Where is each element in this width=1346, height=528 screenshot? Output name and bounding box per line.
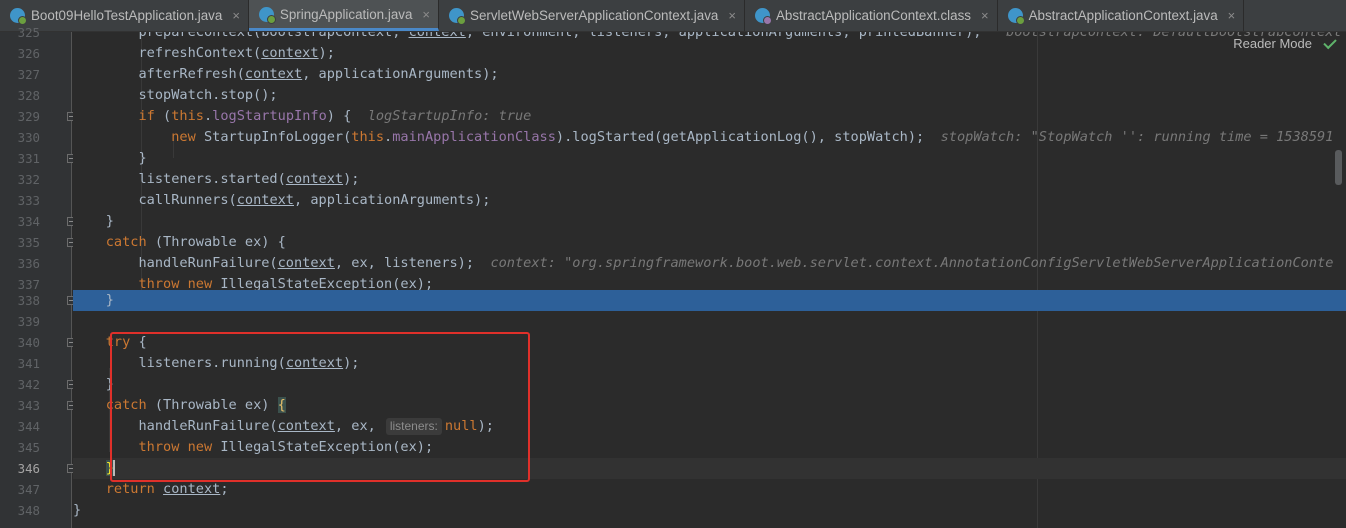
close-icon[interactable]: × [422, 7, 430, 22]
caret-line-346[interactable]: } [73, 458, 1346, 479]
line-number[interactable]: 326 [0, 43, 40, 64]
debug-value-hint: stopWatch: "StopWatch '': running time =… [940, 129, 1334, 145]
line-number[interactable]: 329 [0, 106, 40, 127]
debug-value-hint: context: "org.springframework.boot.web.s… [490, 255, 1334, 271]
line-number[interactable]: 339 [0, 311, 40, 332]
line-number[interactable]: 330 [0, 127, 40, 148]
code-line-347[interactable]: return context; [73, 479, 1346, 500]
line-number[interactable]: 333 [0, 190, 40, 211]
code-line-325[interactable]: prepareContext(bootstrapContext, context… [73, 32, 1346, 43]
code-line-335[interactable]: catch (Throwable ex) { [73, 232, 1346, 253]
java-class-icon [1007, 8, 1025, 25]
code-line-344[interactable]: handleRunFailure(context, ex, listeners: n… [73, 416, 1346, 437]
line-number[interactable]: 340 [0, 332, 40, 353]
java-class-icon [449, 8, 467, 25]
code-line-345[interactable]: throw new IllegalStateException(ex); [73, 437, 1346, 458]
code-line-342[interactable]: } [73, 374, 1346, 395]
line-number[interactable]: 348 [0, 500, 40, 521]
line-number[interactable]: 343 [0, 395, 40, 416]
debug-value-hint: logStartupInfo: true [367, 108, 532, 124]
line-number[interactable]: 336 [0, 253, 40, 274]
line-number[interactable]: 345 [0, 437, 40, 458]
line-number[interactable]: 342 [0, 374, 40, 395]
line-number[interactable]: 331 [0, 148, 40, 169]
line-number[interactable]: 332 [0, 169, 40, 190]
parameter-name-hint: listeners: [385, 418, 442, 435]
line-number[interactable]: 338 [0, 290, 40, 311]
java-class-icon [258, 6, 276, 24]
matched-brace: { [277, 397, 286, 413]
line-number[interactable]: 328 [0, 85, 40, 106]
editor-tab-bar: Boot09HelloTestApplication.java × SpringAp… [0, 0, 1346, 32]
reader-mode-toggle[interactable]: Reader Mode [1231, 35, 1337, 51]
code-editor[interactable]: prepareContext(bootstrapContext, context… [73, 32, 1346, 528]
code-line-340[interactable]: try { [73, 332, 1346, 353]
code-line-348[interactable]: } [73, 500, 1346, 521]
code-line-330[interactable]: new StartupInfoLogger(this.mainApplicati… [73, 127, 1346, 148]
tab-4[interactable]: AbstractApplicationContext.java × [998, 0, 1245, 31]
line-number[interactable]: 347 [0, 479, 40, 500]
tab-label: AbstractApplicationContext.java [1028, 8, 1218, 23]
java-class-icon [10, 8, 27, 25]
line-number-gutter[interactable]: 325 326 327 328 329 330 331 332 333 334 335 336 337 3… [0, 25, 76, 528]
code-line-333[interactable]: callRunners(context, applicationArgument… [73, 190, 1346, 211]
line-number[interactable]: 325 [0, 22, 40, 43]
code-line-328[interactable]: stopWatch.stop(); [73, 85, 1346, 106]
tab-label: Boot09HelloTestApplication.java [31, 8, 223, 23]
close-icon[interactable]: × [728, 8, 736, 23]
code-line-343[interactable]: catch (Throwable ex) { [73, 395, 1346, 416]
close-icon[interactable]: × [1228, 8, 1236, 23]
tab-2[interactable]: ServletWebServerApplicationContext.java × [439, 0, 745, 31]
text-caret [112, 460, 115, 476]
code-line-332[interactable]: listeners.started(context); [73, 169, 1346, 190]
code-line-329[interactable]: if (this.logStartupInfo) { logStartupInf… [73, 106, 1346, 127]
execution-point-line-338[interactable]: } [73, 290, 1346, 311]
tab-label: SpringApplication.java [279, 6, 413, 22]
code-line-327[interactable]: afterRefresh(context, applicationArgumen… [73, 64, 1346, 85]
close-icon[interactable]: × [232, 8, 240, 23]
line-number[interactable]: 346 [0, 458, 40, 479]
compiled-class-icon [754, 8, 772, 25]
reader-mode-label[interactable]: Reader Mode [1231, 36, 1314, 51]
line-number[interactable]: 344 [0, 416, 40, 437]
code-line-326[interactable]: refreshContext(context); [73, 43, 1346, 64]
code-line-339[interactable] [73, 311, 1346, 332]
line-number[interactable]: 341 [0, 353, 40, 374]
tab-3[interactable]: AbstractApplicationContext.class × [745, 0, 998, 31]
tab-1[interactable]: SpringApplication.java × [248, 0, 440, 31]
check-icon [1323, 35, 1337, 49]
code-line-341[interactable]: listeners.running(context); [73, 353, 1346, 374]
tab-label: AbstractApplicationContext.class [775, 8, 971, 23]
line-number[interactable]: 334 [0, 211, 40, 232]
vertical-scrollbar-thumb[interactable] [1335, 150, 1342, 185]
tab-label: ServletWebServerApplicationContext.java [470, 8, 719, 23]
code-line-331[interactable]: } [73, 148, 1346, 169]
close-icon[interactable]: × [981, 8, 989, 23]
line-number[interactable]: 335 [0, 232, 40, 253]
line-number[interactable]: 327 [0, 64, 40, 85]
code-line-336[interactable]: handleRunFailure(context, ex, listeners)… [73, 253, 1346, 274]
code-line-334[interactable]: } [73, 211, 1346, 232]
